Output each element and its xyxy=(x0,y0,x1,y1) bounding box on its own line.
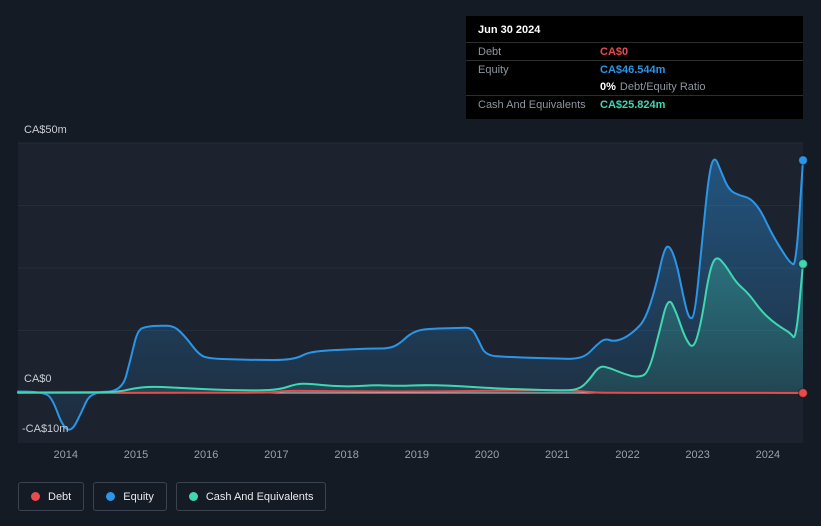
tooltip-ratio-label: Debt/Equity Ratio xyxy=(619,80,706,93)
y-axis-label-neg10m: -CA$10m xyxy=(22,423,69,435)
legend-label-cash: Cash And Equivalents xyxy=(205,490,314,503)
x-tick-2015: 2015 xyxy=(123,449,149,461)
tooltip-equity-label: Equity xyxy=(478,63,509,76)
tooltip-debt-value: CA$0 xyxy=(600,45,629,58)
x-tick-2016: 2016 xyxy=(193,449,219,461)
tooltip-debt-row: Debt CA$0 xyxy=(466,43,803,60)
x-tick-2017: 2017 xyxy=(264,449,289,461)
legend-label-debt: Debt xyxy=(48,490,72,503)
legend: Debt Equity Cash And Equivalents xyxy=(18,482,327,511)
legend-item-equity[interactable]: Equity xyxy=(93,482,167,511)
x-tick-2020: 2020 xyxy=(474,449,500,461)
chart-plot-area[interactable] xyxy=(17,142,809,443)
tooltip-cash-row: Cash And Equivalents CA$25.824m xyxy=(466,96,803,113)
tooltip-debt-label: Debt xyxy=(478,45,502,58)
tooltip-ratio-value: 0% xyxy=(600,80,616,93)
equity-color-dot-icon xyxy=(106,492,116,501)
y-axis-label-zero: CA$0 xyxy=(24,373,52,385)
legend-label-equity: Equity xyxy=(123,490,154,503)
x-tick-2014: 2014 xyxy=(53,449,78,461)
series-endpoint-cash[interactable] xyxy=(797,258,809,270)
legend-item-cash[interactable]: Cash And Equivalents xyxy=(175,482,327,511)
cash-color-dot-icon xyxy=(188,492,198,501)
tooltip-equity-value: CA$46.544m xyxy=(600,63,666,76)
x-tick-2024: 2024 xyxy=(755,449,781,461)
debt-equity-history-chart[interactable] xyxy=(17,142,809,443)
x-tick-2023: 2023 xyxy=(685,449,710,461)
tooltip-cash-label: Cash And Equivalents xyxy=(478,98,586,111)
x-tick-2021: 2021 xyxy=(544,449,570,461)
chart-tooltip: Jun 30 2024 Debt CA$0 Equity CA$46.544m … xyxy=(466,16,803,119)
y-axis-label-50m: CA$50m xyxy=(24,124,67,136)
x-tick-2019: 2019 xyxy=(404,449,430,461)
series-endpoint-equity[interactable] xyxy=(797,155,809,166)
tooltip-equity-row: Equity CA$46.544m xyxy=(466,61,803,78)
tooltip-cash-value: CA$25.824m xyxy=(600,98,666,111)
series-endpoint-debt[interactable] xyxy=(797,387,809,399)
debt-color-dot-icon xyxy=(31,492,40,501)
x-tick-2018: 2018 xyxy=(334,449,359,461)
tooltip-date: Jun 30 2024 xyxy=(478,24,541,36)
x-axis: 2014 2015 2016 2017 2018 2019 2020 2021 2022 2023… xyxy=(0,449,821,463)
legend-item-debt[interactable]: Debt xyxy=(18,482,85,511)
tooltip-ratio-row: 0% Debt/Equity Ratio xyxy=(466,78,803,95)
x-tick-2022: 2022 xyxy=(615,449,640,461)
